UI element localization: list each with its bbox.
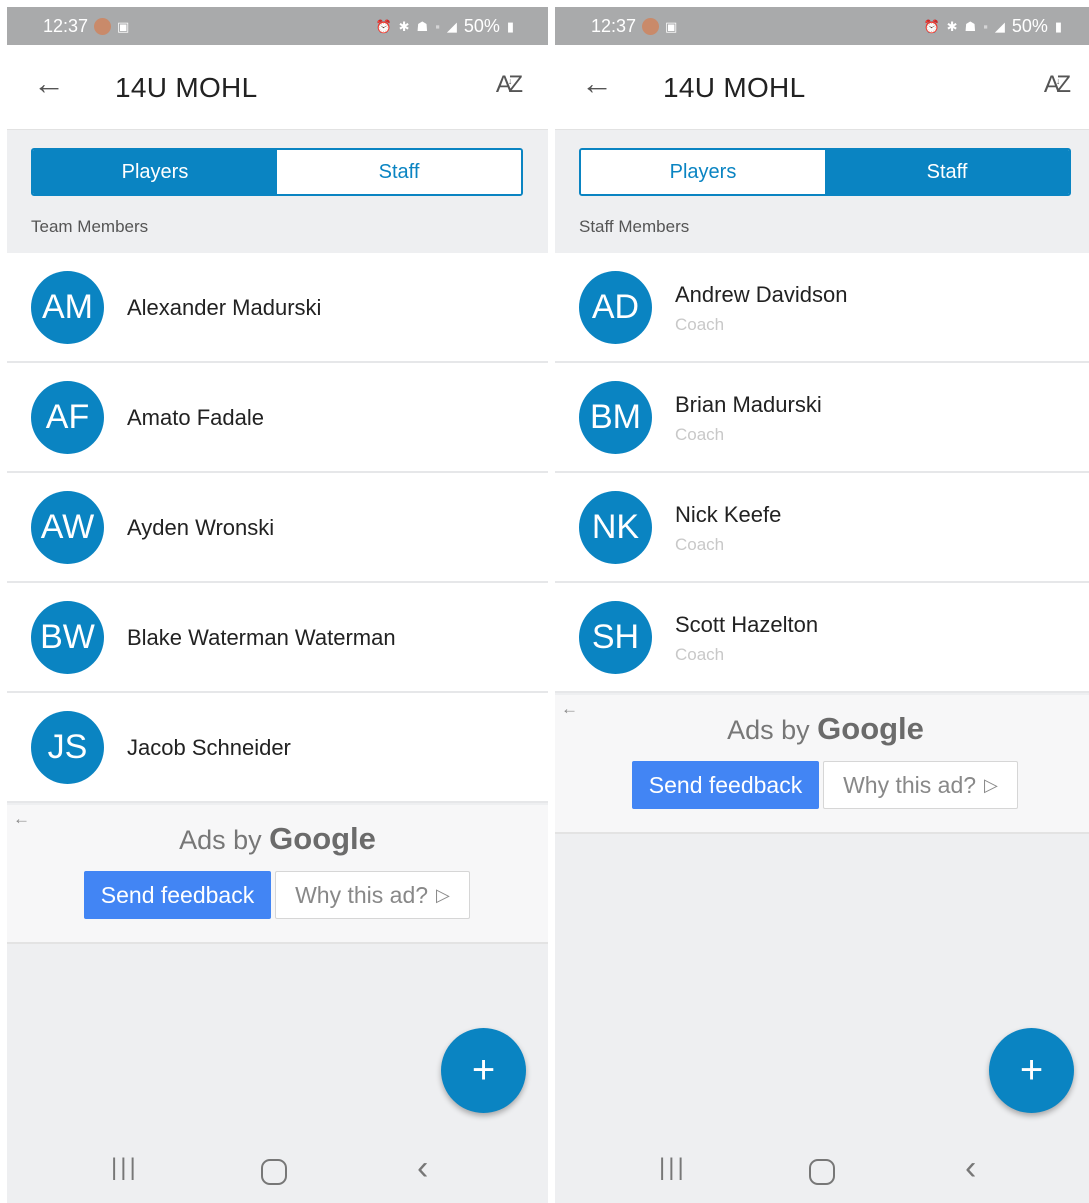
avatar: SH (579, 601, 652, 674)
ads-by-label: Ads by (179, 825, 262, 855)
status-bar: 12:37 ▣ ⏰ ✱ ☗ ▪ ◢ 50% ▮ (7, 7, 548, 45)
ad-banner: ← Ads by Google Send feedback Why this a… (555, 695, 1089, 834)
why-this-ad-label: Why this ad? (295, 881, 429, 908)
battery-level: 50% (1011, 16, 1048, 36)
play-outline-icon: ▷ (984, 774, 998, 795)
roster-tabs: Players Staff (31, 148, 523, 196)
member-list: AM Alexander Madurski AF Amato Fadale AW… (7, 253, 548, 803)
why-this-ad-button[interactable]: Why this ad? ▷ (823, 761, 1018, 809)
google-logo: Google (817, 711, 924, 746)
member-name: Brian Madurski (675, 392, 822, 417)
list-item[interactable]: JS Jacob Schneider (7, 693, 548, 803)
member-role: Coach (675, 425, 725, 444)
add-member-button[interactable]: + (989, 1028, 1074, 1113)
system-nav-bar: ||| ‹ (555, 1134, 1089, 1203)
avatar: BM (579, 381, 652, 454)
status-bar: 12:37 ▣ ⏰ ✱ ☗ ▪ ◢ 50% ▮ (555, 7, 1089, 45)
avatar: NK (579, 491, 652, 564)
status-time: 12:37 (43, 16, 89, 36)
avatar: AM (31, 271, 104, 344)
gallery-icon: ▣ (117, 18, 130, 34)
list-item[interactable]: NK Nick Keefe Coach (555, 473, 1089, 583)
gallery-icon: ▣ (665, 18, 678, 34)
status-time: 12:37 (591, 16, 637, 36)
list-item[interactable]: BM Brian Madurski Coach (555, 363, 1089, 473)
profile-avatar-icon (642, 18, 660, 35)
wifi-icon: ☗ (416, 18, 429, 34)
recents-icon[interactable]: ||| (111, 1156, 139, 1180)
member-role: Coach (675, 645, 725, 664)
system-nav-bar: ||| ‹ (7, 1134, 548, 1203)
member-name: Andrew Davidson (675, 282, 848, 307)
sort-az-icon[interactable]: A↓Z (1044, 71, 1071, 99)
back-arrow-icon[interactable]: ← (581, 67, 613, 99)
member-name: Jacob Schneider (127, 735, 291, 760)
system-back-icon[interactable]: ‹ (965, 1151, 976, 1185)
page-title: 14U MOHL (115, 72, 258, 103)
google-logo: Google (269, 821, 376, 856)
wifi-icon: ☗ (964, 18, 977, 34)
send-feedback-button[interactable]: Send feedback (632, 761, 819, 809)
section-label: Staff Members (579, 217, 690, 236)
app-bar: ← 14U MOHL A↓Z (7, 45, 548, 130)
section-label: Team Members (31, 217, 149, 236)
ads-by-google: Ads by Google (7, 821, 548, 857)
players-screen: 12:37 ▣ ⏰ ✱ ☗ ▪ ◢ 50% ▮ ← 14U MOHL A↓Z P… (7, 7, 548, 1203)
member-role: Coach (675, 535, 725, 554)
battery-icon: ▮ (506, 18, 514, 34)
battery-icon: ▮ (1054, 18, 1062, 34)
ad-banner: ← Ads by Google Send feedback Why this a… (7, 805, 548, 944)
staff-screen: 12:37 ▣ ⏰ ✱ ☗ ▪ ◢ 50% ▮ ← 14U MOHL A↓Z P… (555, 7, 1089, 1203)
list-item[interactable]: SH Scott Hazelton Coach (555, 583, 1089, 693)
4g-icon: ▪ (983, 19, 988, 34)
avatar: AD (579, 271, 652, 344)
send-feedback-button[interactable]: Send feedback (84, 871, 271, 919)
system-back-icon[interactable]: ‹ (417, 1151, 428, 1185)
avatar: JS (31, 711, 104, 784)
roster-tabs: Players Staff (579, 148, 1071, 196)
app-bar: ← 14U MOHL A↓Z (555, 45, 1089, 130)
4g-icon: ▪ (435, 19, 440, 34)
avatar: AW (31, 491, 104, 564)
home-icon[interactable] (261, 1159, 287, 1185)
profile-avatar-icon (94, 18, 112, 35)
sort-az-icon[interactable]: A↓Z (496, 71, 523, 99)
ads-by-label: Ads by (727, 715, 810, 745)
page-title: 14U MOHL (663, 72, 806, 103)
add-member-button[interactable]: + (441, 1028, 526, 1113)
recents-icon[interactable]: ||| (659, 1156, 687, 1180)
list-item[interactable]: AF Amato Fadale (7, 363, 548, 473)
signal-icon: ◢ (446, 18, 457, 34)
home-icon[interactable] (809, 1159, 835, 1185)
bluetooth-icon: ✱ (398, 18, 410, 34)
tab-players[interactable]: Players (33, 150, 277, 194)
play-outline-icon: ▷ (436, 884, 450, 905)
tab-players[interactable]: Players (581, 150, 825, 194)
tab-staff[interactable]: Staff (277, 150, 521, 194)
list-item[interactable]: AD Andrew Davidson Coach (555, 253, 1089, 363)
member-name: Blake Waterman Waterman (127, 625, 396, 650)
alarm-icon: ⏰ (375, 18, 392, 34)
member-name: Amato Fadale (127, 405, 264, 430)
avatar: AF (31, 381, 104, 454)
bluetooth-icon: ✱ (946, 18, 958, 34)
member-name: Nick Keefe (675, 502, 782, 527)
member-list: AD Andrew Davidson Coach BM Brian Madurs… (555, 253, 1089, 693)
signal-icon: ◢ (994, 18, 1005, 34)
alarm-icon: ⏰ (923, 18, 940, 34)
list-item[interactable]: AW Ayden Wronski (7, 473, 548, 583)
list-item[interactable]: AM Alexander Madurski (7, 253, 548, 363)
member-name: Ayden Wronski (127, 515, 275, 540)
tab-staff[interactable]: Staff (825, 150, 1069, 194)
avatar: BW (31, 601, 104, 674)
member-role: Coach (675, 315, 725, 334)
why-this-ad-button[interactable]: Why this ad? ▷ (275, 871, 470, 919)
list-item[interactable]: BW Blake Waterman Waterman (7, 583, 548, 693)
battery-level: 50% (463, 16, 500, 36)
why-this-ad-label: Why this ad? (843, 771, 977, 798)
member-name: Scott Hazelton (675, 612, 819, 637)
member-name: Alexander Madurski (127, 295, 322, 320)
ads-by-google: Ads by Google (555, 711, 1089, 747)
back-arrow-icon[interactable]: ← (33, 67, 65, 99)
